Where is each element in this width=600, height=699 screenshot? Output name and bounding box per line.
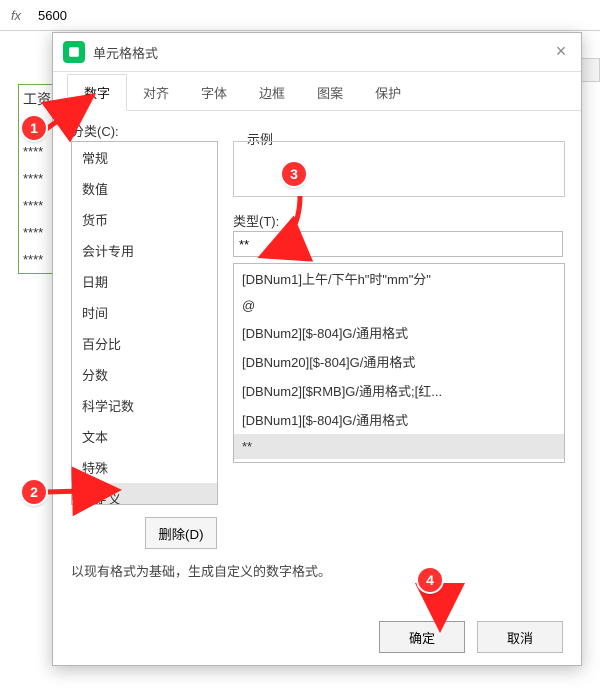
type-input[interactable] bbox=[233, 231, 563, 257]
format-listbox[interactable]: [DBNum1]上午/下午h"时"mm"分" @ [DBNum2][$-804]… bbox=[233, 263, 565, 463]
category-listbox[interactable]: 常规 数值 货币 会计专用 日期 时间 百分比 分数 科学记数 文本 特殊 自定… bbox=[71, 141, 218, 505]
tab-number[interactable]: 数字 bbox=[67, 74, 127, 111]
format-entry[interactable]: @ bbox=[234, 293, 564, 318]
format-entry[interactable]: [DBNum20][$-804]G/通用格式 bbox=[234, 347, 564, 376]
cancel-button[interactable]: 取消 bbox=[477, 621, 563, 653]
close-icon[interactable]: × bbox=[551, 42, 571, 62]
delete-format-button[interactable]: 删除(D) bbox=[145, 517, 217, 549]
category-item-time[interactable]: 时间 bbox=[72, 297, 217, 328]
hint-text: 以现有格式为基础，生成自定义的数字格式。 bbox=[71, 561, 331, 580]
category-item-custom[interactable]: 自定义 bbox=[72, 483, 217, 505]
tab-pattern[interactable]: 图案 bbox=[301, 75, 359, 110]
format-entry[interactable]: [DBNum1]上午/下午h"时"mm"分" bbox=[234, 264, 564, 293]
annotation-callout-1: 1 bbox=[22, 116, 46, 140]
category-item-general[interactable]: 常规 bbox=[72, 142, 217, 173]
annotation-callout-2: 2 bbox=[22, 480, 46, 504]
fx-label: fx bbox=[0, 8, 32, 23]
category-item-special[interactable]: 特殊 bbox=[72, 452, 217, 483]
annotation-callout-3: 3 bbox=[282, 162, 306, 186]
category-label: 分类(C): bbox=[71, 121, 563, 140]
tab-strip: 数字 对齐 字体 边框 图案 保护 bbox=[53, 72, 581, 111]
annotation-callout-4: 4 bbox=[418, 568, 442, 592]
tab-alignment[interactable]: 对齐 bbox=[127, 75, 185, 110]
cell-format-dialog: 单元格格式 × 数字 对齐 字体 边框 图案 保护 分类(C): 常规 数值 货… bbox=[52, 32, 582, 666]
tab-font[interactable]: 字体 bbox=[185, 75, 243, 110]
wps-app-icon bbox=[63, 41, 85, 63]
dialog-titlebar: 单元格格式 × bbox=[53, 33, 581, 72]
type-label: 类型(T): bbox=[233, 211, 279, 230]
format-entry[interactable]: [DBNum2][$RMB]G/通用格式;[红... bbox=[234, 376, 564, 405]
category-item-fraction[interactable]: 分数 bbox=[72, 359, 217, 390]
format-entry[interactable]: [DBNum1][$-804]G/通用格式 bbox=[234, 405, 564, 434]
category-item-number[interactable]: 数值 bbox=[72, 173, 217, 204]
format-entry[interactable]: [DBNum2][$-804]G/通用格式 bbox=[234, 318, 564, 347]
category-item-currency[interactable]: 货币 bbox=[72, 204, 217, 235]
dialog-title: 单元格格式 bbox=[93, 43, 551, 62]
tab-protect[interactable]: 保护 bbox=[359, 75, 417, 110]
format-entry[interactable]: ** bbox=[234, 434, 564, 459]
category-item-accounting[interactable]: 会计专用 bbox=[72, 235, 217, 266]
category-item-text[interactable]: 文本 bbox=[72, 421, 217, 452]
formula-bar-input[interactable] bbox=[32, 4, 600, 26]
ok-button[interactable]: 确定 bbox=[379, 621, 465, 653]
tab-border[interactable]: 边框 bbox=[243, 75, 301, 110]
category-item-percentage[interactable]: 百分比 bbox=[72, 328, 217, 359]
category-item-date[interactable]: 日期 bbox=[72, 266, 217, 297]
category-item-scientific[interactable]: 科学记数 bbox=[72, 390, 217, 421]
